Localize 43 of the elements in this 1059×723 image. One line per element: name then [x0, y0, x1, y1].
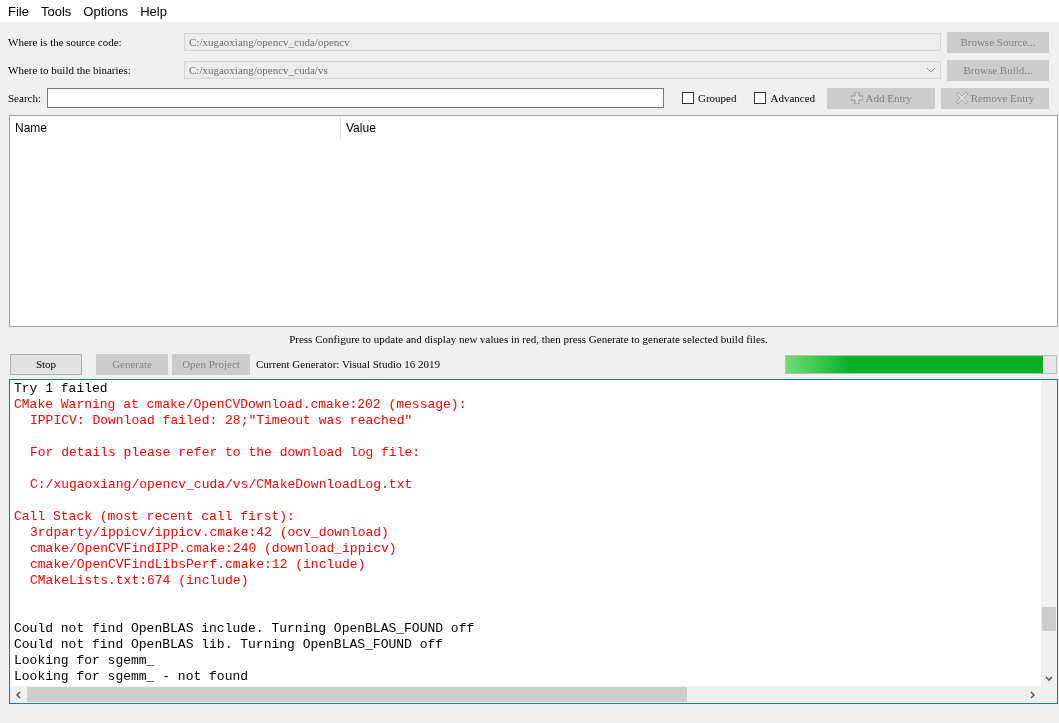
log-line: Try 1 failed — [14, 381, 108, 397]
log-line: cmake/OpenCVFindIPP.cmake:240 (download_ippicv) — [30, 541, 397, 557]
field-label: Where to build the binaries: — [8, 64, 132, 76]
chevron-left-icon — [16, 690, 21, 699]
column-header[interactable]: Name — [10, 116, 341, 140]
checkbox-label: Grouped — [698, 92, 737, 104]
hint-text: Press Configure to update and display new values in red, then press Generate to generate selected build files. — [289, 333, 768, 345]
menu-item[interactable]: Tools — [34, 3, 78, 19]
log-line: cmake/OpenCVFindLibsPerf.cmake:12 (include) — [30, 557, 366, 573]
checkbox[interactable] — [682, 92, 694, 104]
plus-icon — [850, 92, 863, 104]
path-combo-box[interactable]: C:/xugaoxiang/opencv_cuda/vs — [184, 61, 941, 79]
column-header[interactable]: Value — [341, 116, 1057, 140]
path-field[interactable]: C:/xugaoxiang/opencv_cuda/opencv — [184, 33, 941, 51]
scrollbar-thumb[interactable] — [27, 687, 687, 702]
log-line: CMakeLists.txt:674 (include) — [30, 573, 249, 589]
log-line: Call Stack (most recent call first): — [14, 509, 295, 525]
menu-item[interactable]: Help — [134, 3, 173, 19]
vertical-scrollbar[interactable] — [1041, 380, 1057, 686]
generator-text: Current Generator: Visual Studio 16 2019 — [256, 358, 440, 370]
action-button[interactable]: Stop — [10, 353, 82, 375]
field-label: Where is the source code: — [8, 36, 123, 48]
log-line: C:/xugaoxiang/opencv_cuda/vs/CMakeDownloadLog.txt — [30, 477, 413, 493]
log-line: IPPICV: Download failed: 28;"Timeout was reached" — [30, 413, 413, 429]
log-line: Looking for sgemm_ — [14, 653, 155, 669]
log-line: CMake Warning at cmake/OpenCVDownload.cmake:202 (message): — [14, 397, 467, 413]
menu-item[interactable]: File — [2, 3, 35, 19]
horizontal-scrollbar[interactable] — [10, 686, 1041, 703]
search-label: Search: — [8, 92, 41, 104]
scrollbar-thumb[interactable] — [1042, 607, 1056, 631]
chevron-down-icon — [1045, 676, 1053, 681]
menu-item[interactable]: Options — [77, 3, 135, 19]
chevron-down-icon — [926, 67, 936, 73]
log-line: Could not find OpenBLAS lib. Turning OpenBLAS_FOUND off — [14, 637, 444, 653]
search-field[interactable] — [47, 88, 664, 108]
log-line: Could not find OpenBLAS include. Turning OpenBLAS_FOUND off — [14, 621, 475, 637]
log-line: For details please refer to the download log file: — [30, 445, 421, 461]
close-icon — [955, 92, 968, 104]
checkbox[interactable] — [754, 92, 767, 104]
chevron-right-icon — [1030, 690, 1035, 699]
log-line: 3rdparty/ippicv/ippicv.cmake:42 (ocv_download) — [30, 525, 389, 541]
log-line: Looking for sgemm_ - not found — [14, 669, 249, 685]
checkbox-label: Advanced — [770, 92, 816, 104]
